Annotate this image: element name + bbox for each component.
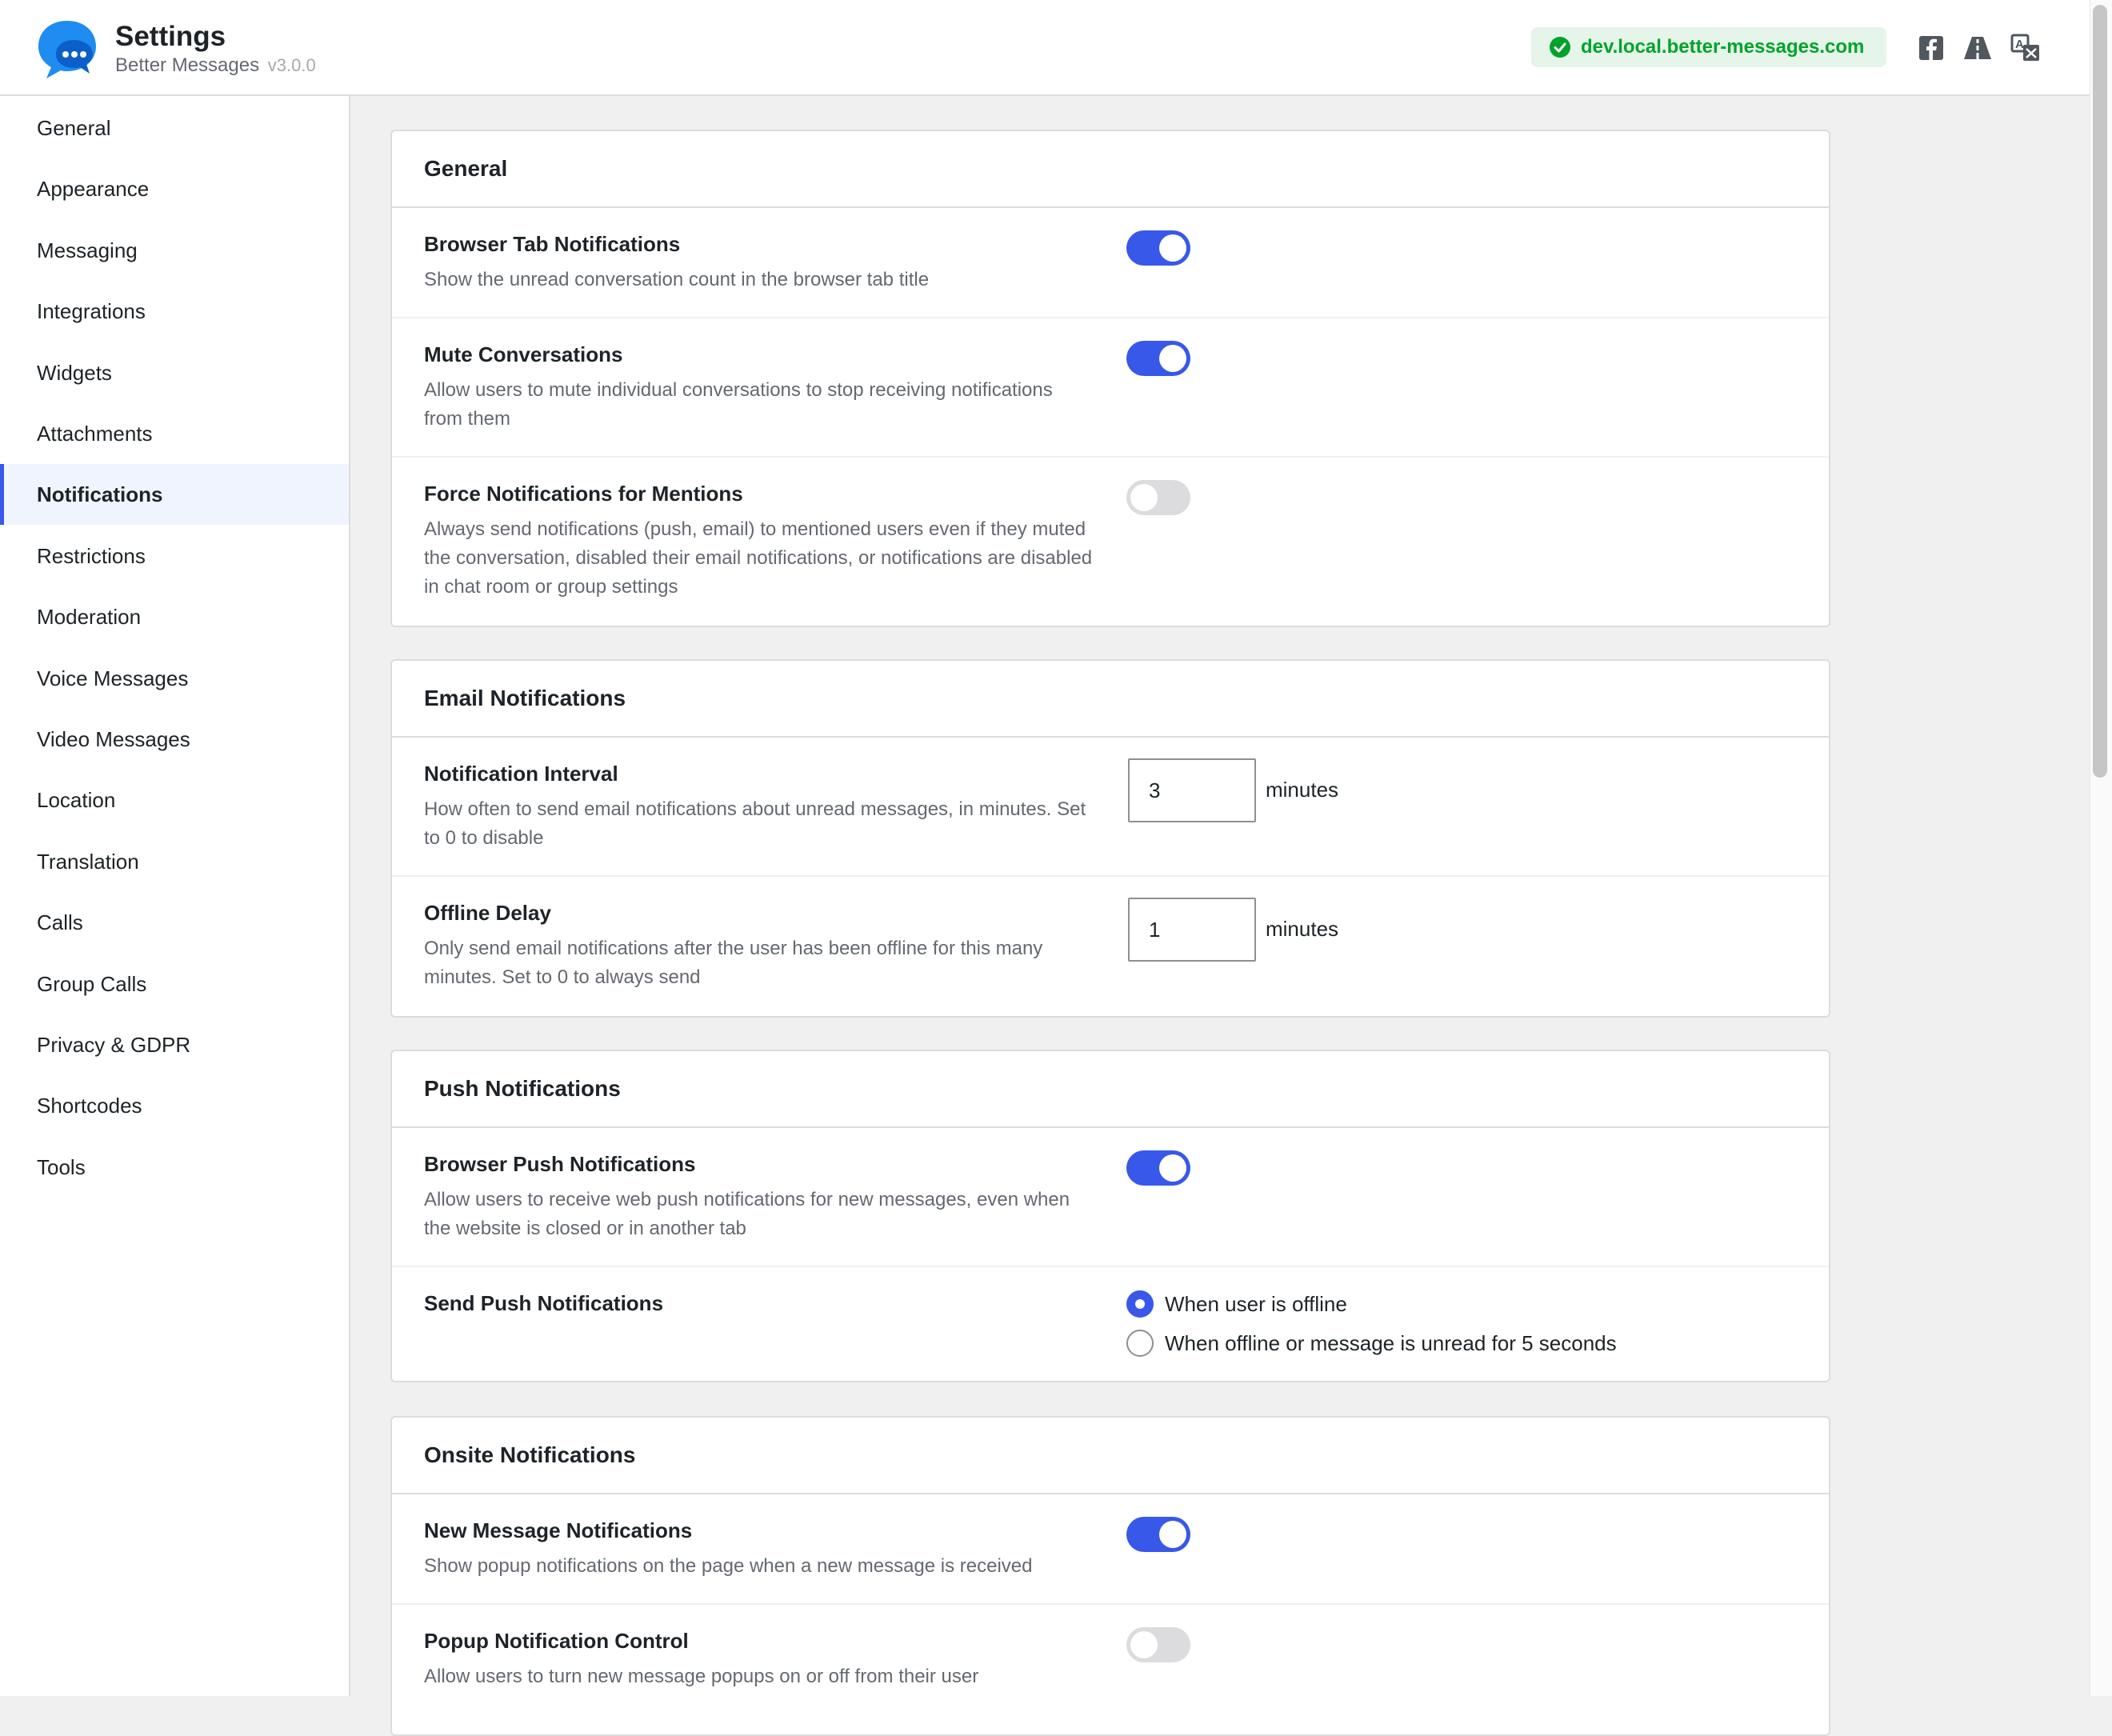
- radio-button[interactable]: [1126, 1330, 1154, 1357]
- toggle-knob: [1159, 345, 1186, 372]
- setting-title: Browser Tab Notifications: [424, 232, 681, 256]
- toggle-knob: [1130, 1631, 1158, 1658]
- domain-status-badge[interactable]: dev.local.better-messages.com: [1531, 27, 1886, 67]
- top-header: Settings Better Messages v3.0.0 dev.loca…: [0, 0, 2090, 96]
- setting-description: Always send notifications (push, email) …: [424, 518, 1093, 598]
- unit-label: minutes: [1266, 917, 1339, 941]
- unit-label: minutes: [1266, 778, 1339, 802]
- page-title: Settings: [115, 21, 226, 52]
- notification-interval-input[interactable]: [1128, 758, 1256, 822]
- sidebar-item-attachments[interactable]: Attachments: [0, 403, 349, 464]
- sidebar-item-location[interactable]: Location: [0, 770, 349, 830]
- setting-title: Offline Delay: [424, 901, 551, 925]
- setting-row-new-message: New Message Notifications Show popup not…: [392, 1494, 1829, 1605]
- sidebar-item-moderation[interactable]: Moderation: [0, 586, 349, 647]
- radio-option-offline-or-unread[interactable]: When offline or message is unread for 5 …: [1126, 1327, 1617, 1359]
- popup-notification-control-toggle[interactable]: [1126, 1627, 1190, 1662]
- setting-title: Mute Conversations: [424, 342, 623, 366]
- radio-option-when-offline[interactable]: When user is offline: [1126, 1288, 1347, 1320]
- sidebar-item-widgets[interactable]: Widgets: [0, 342, 349, 403]
- sidebar-item-group-calls[interactable]: Group Calls: [0, 954, 349, 1014]
- setting-description: Allow users to turn new message popups o…: [424, 1666, 979, 1687]
- better-messages-logo: [38, 21, 96, 78]
- setting-row-browser-tab: Browser Tab Notifications Show the unrea…: [392, 208, 1829, 318]
- onsite-notifications-section: Onsite Notifications New Message Notific…: [390, 1416, 1830, 1736]
- email-notifications-section: Email Notifications Notification Interva…: [390, 659, 1830, 1018]
- check-circle-icon: [1550, 37, 1570, 58]
- sidebar-item-messaging[interactable]: Messaging: [0, 220, 349, 281]
- setting-row-popup-control: Popup Notification Control Allow users t…: [392, 1605, 1829, 1736]
- setting-title: Popup Notification Control: [424, 1629, 689, 1653]
- domain-label: dev.local.better-messages.com: [1581, 36, 1865, 58]
- setting-description: Allow users to mute individual conversat…: [424, 379, 1053, 430]
- setting-row-browser-push: Browser Push Notifications Allow users t…: [392, 1128, 1829, 1267]
- setting-row-mute: Mute Conversations Allow users to mute i…: [392, 318, 1829, 458]
- setting-row-force-mentions: Force Notifications for Mentions Always …: [392, 458, 1829, 626]
- setting-row-send-push: Send Push Notifications When user is off…: [392, 1267, 1829, 1379]
- sidebar-item-calls[interactable]: Calls: [0, 892, 349, 953]
- app-subtitle: Better Messages v3.0.0: [115, 54, 316, 77]
- browser-tab-notifications-toggle[interactable]: [1126, 230, 1190, 266]
- sidebar-item-voice-messages[interactable]: Voice Messages: [0, 648, 349, 709]
- section-title: Onsite Notifications: [392, 1418, 1829, 1494]
- new-message-notifications-toggle[interactable]: [1126, 1517, 1190, 1552]
- setting-row-interval: Notification Interval How often to send …: [392, 738, 1829, 877]
- translate-icon[interactable]: A: [2010, 32, 2042, 64]
- sidebar-item-notifications[interactable]: Notifications: [0, 464, 349, 525]
- sidebar-item-restrictions[interactable]: Restrictions: [0, 526, 349, 586]
- facebook-icon[interactable]: [1915, 32, 1947, 64]
- radio-label: When offline or message is unread for 5 …: [1165, 1330, 1617, 1355]
- app-version: v3.0.0: [267, 55, 316, 75]
- setting-description: How often to send email notifications ab…: [424, 798, 1086, 849]
- setting-title: New Message Notifications: [424, 1518, 693, 1542]
- toggle-knob: [1159, 234, 1186, 262]
- app-name: Better Messages: [115, 54, 260, 76]
- sidebar-item-general[interactable]: General: [0, 98, 349, 158]
- section-title: Email Notifications: [392, 661, 1829, 738]
- setting-title: Send Push Notifications: [424, 1291, 664, 1315]
- setting-description: Show the unread conversation count in th…: [424, 269, 930, 290]
- radio-label: When user is offline: [1165, 1291, 1347, 1316]
- scrollbar-thumb[interactable]: [2093, 5, 2107, 778]
- sidebar-item-shortcodes[interactable]: Shortcodes: [0, 1075, 349, 1136]
- setting-row-offline-delay: Offline Delay Only send email notificati…: [392, 877, 1829, 1016]
- general-section: General Browser Tab Notifications Show t…: [390, 130, 1830, 627]
- sidebar-item-privacy-gdpr[interactable]: Privacy & GDPR: [0, 1014, 349, 1075]
- sidebar-item-appearance[interactable]: Appearance: [0, 158, 349, 219]
- toggle-knob: [1159, 1154, 1186, 1182]
- settings-sidebar: General Appearance Messaging Integration…: [0, 96, 350, 1696]
- radio-button-checked[interactable]: [1126, 1290, 1154, 1318]
- setting-description: Only send email notifications after the …: [424, 938, 1043, 988]
- svg-text:A: A: [2015, 38, 2024, 51]
- section-title: Push Notifications: [392, 1051, 1829, 1128]
- toggle-knob: [1130, 484, 1158, 511]
- force-mentions-toggle[interactable]: [1126, 480, 1190, 515]
- browser-push-notifications-toggle[interactable]: [1126, 1150, 1190, 1186]
- setting-description: Allow users to receive web push notifica…: [424, 1189, 1070, 1239]
- toggle-knob: [1159, 1521, 1186, 1548]
- setting-title: Notification Interval: [424, 762, 618, 786]
- sidebar-item-video-messages[interactable]: Video Messages: [0, 709, 349, 770]
- setting-title: Browser Push Notifications: [424, 1152, 696, 1176]
- section-title: General: [392, 131, 1829, 208]
- setting-title: Force Notifications for Mentions: [424, 482, 743, 506]
- offline-delay-input[interactable]: [1128, 898, 1256, 962]
- road-icon[interactable]: [1962, 32, 1994, 64]
- mute-conversations-toggle[interactable]: [1126, 341, 1190, 376]
- sidebar-item-translation[interactable]: Translation: [0, 831, 349, 892]
- sidebar-item-tools[interactable]: Tools: [0, 1137, 349, 1198]
- sidebar-item-integrations[interactable]: Integrations: [0, 281, 349, 342]
- push-notifications-section: Push Notifications Browser Push Notifica…: [390, 1050, 1830, 1382]
- setting-description: Show popup notifications on the page whe…: [424, 1555, 1033, 1577]
